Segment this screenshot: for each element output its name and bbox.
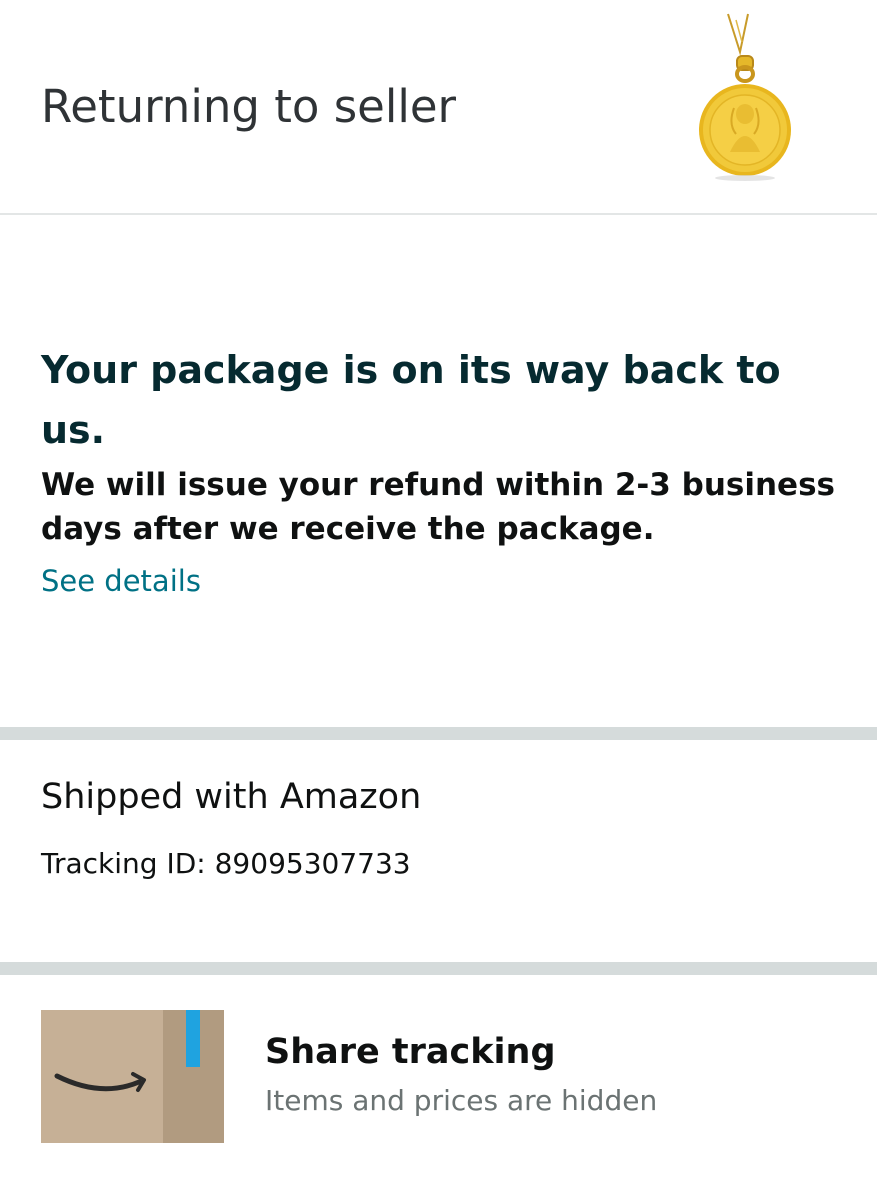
see-details-link[interactable]: See details	[41, 564, 201, 598]
carrier-label: Shipped with Amazon	[41, 777, 422, 817]
section-divider	[0, 727, 877, 740]
refund-info: We will issue your refund within 2-3 bus…	[41, 467, 835, 547]
page-header: Returning to seller	[0, 0, 877, 215]
status-headline: Your package is on its way back to us.	[41, 348, 781, 452]
tracking-id: Tracking ID: 89095307733	[41, 847, 411, 880]
amazon-box-icon	[41, 1010, 224, 1143]
section-divider	[0, 962, 877, 975]
share-tracking-title: Share tracking	[265, 1032, 556, 1072]
share-tracking-button[interactable]: Share tracking Items and prices are hidd…	[0, 975, 877, 1175]
share-tracking-subtitle: Items and prices are hidden	[265, 1084, 658, 1117]
page-title: Returning to seller	[41, 80, 457, 133]
product-thumbnail-icon[interactable]	[690, 12, 800, 182]
